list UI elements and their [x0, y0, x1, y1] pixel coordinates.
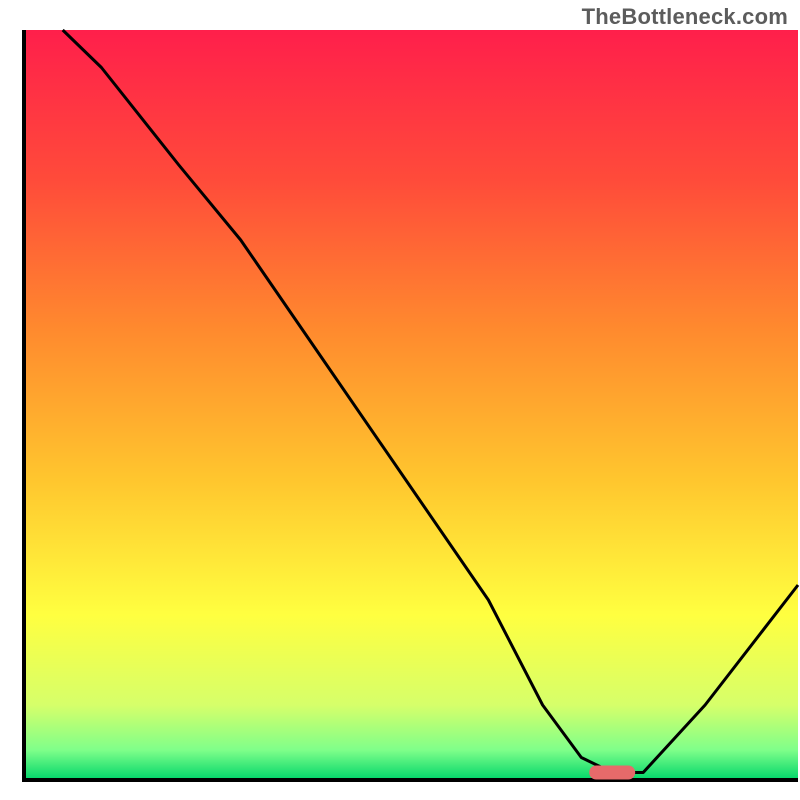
bottleneck-chart: [0, 0, 800, 800]
chart-background: [24, 30, 798, 780]
optimal-marker: [589, 766, 635, 780]
watermark-label: TheBottleneck.com: [582, 4, 788, 30]
